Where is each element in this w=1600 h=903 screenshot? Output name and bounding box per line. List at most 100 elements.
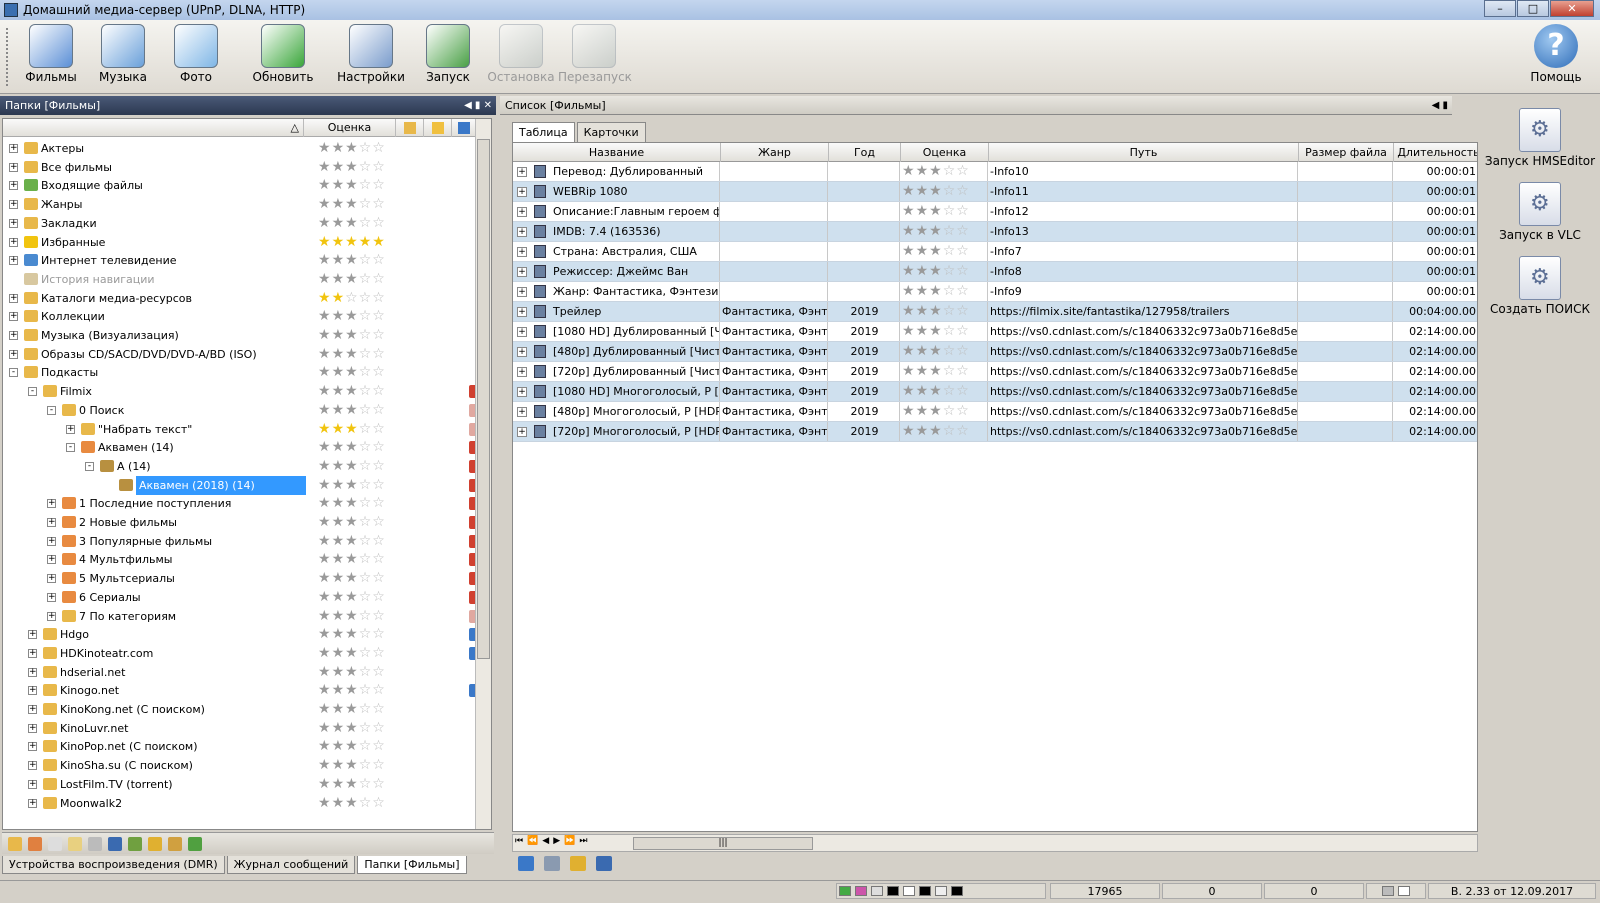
tree-col-icon-3[interactable]: [451, 119, 475, 137]
expand-icon[interactable]: +: [517, 427, 527, 437]
tree-item[interactable]: +7 По категориям ★★★☆☆: [3, 607, 491, 626]
rating-stars[interactable]: ★★★☆☆: [900, 402, 988, 421]
rating-stars[interactable]: ★★★☆☆: [318, 627, 386, 641]
tree-item[interactable]: - Подкасты ★★★☆☆: [3, 363, 491, 382]
rating-stars[interactable]: ★★★☆☆: [900, 422, 988, 441]
tree-item[interactable]: + Актеры ★★★☆☆: [3, 139, 491, 158]
media-grid[interactable]: Название Жанр Год Оценка Путь Размер файла Дли…: [512, 142, 1478, 832]
tree-item[interactable]: + Moonwalk2 ★★★☆☆: [3, 794, 491, 813]
checkbox-icon[interactable]: [1398, 886, 1410, 896]
rating-stars[interactable]: ★★★☆☆: [318, 777, 386, 791]
toolbar-button-0[interactable]: Фильмы: [15, 24, 87, 84]
tree-item[interactable]: - Аквамен (14) ★★★☆☆: [3, 438, 491, 457]
expand-icon[interactable]: +: [47, 574, 56, 584]
rating-stars[interactable]: ★★★☆☆: [318, 478, 386, 492]
expand-icon[interactable]: +: [28, 630, 37, 640]
expand-icon[interactable]: +: [9, 312, 18, 322]
grid-hscroll-thumb[interactable]: |||: [633, 837, 813, 850]
tree-item[interactable]: +5 Мультсериалы ★★★☆☆: [3, 569, 491, 588]
panel-buttons[interactable]: ◀ ▮ ✕: [464, 96, 492, 115]
swatch-1[interactable]: [871, 886, 883, 896]
side-button-1[interactable]: Запуск в VLC: [1482, 182, 1598, 242]
table-row[interactable]: + [720p] Дублированный [Чистый звук]Фанта…: [513, 362, 1477, 382]
table-row[interactable]: + [1080 HD] Дублированный [Чистый звук]Фа…: [513, 322, 1477, 342]
expand-icon[interactable]: +: [28, 648, 37, 658]
table-row[interactable]: + WEBRip 1080 ★★★☆☆ -Info11 00:00:01: [513, 182, 1477, 202]
table-row[interactable]: + [480p] Дублированный [Чистый звук]Фанта…: [513, 342, 1477, 362]
rating-stars[interactable]: ★★★☆☆: [900, 182, 988, 201]
expand-icon[interactable]: +: [28, 705, 37, 714]
rating-stars[interactable]: ★★★☆☆: [318, 721, 386, 735]
tree-item[interactable]: + Коллекции ★★★☆☆: [3, 307, 491, 326]
status-icons[interactable]: [1366, 883, 1426, 899]
people-icon[interactable]: [168, 836, 182, 851]
column-header[interactable]: Путь: [988, 143, 1298, 162]
rating-stars[interactable]: ★★★☆☆: [318, 347, 386, 361]
toolbar-button-5[interactable]: Запуск: [412, 24, 484, 84]
rating-stars[interactable]: ★★★☆☆: [318, 515, 386, 529]
expand-icon[interactable]: +: [28, 686, 37, 696]
rating-stars[interactable]: ★★★☆☆: [318, 141, 386, 155]
column-header[interactable]: Оценка: [900, 143, 988, 162]
swatch-2[interactable]: [887, 886, 899, 896]
tree-item[interactable]: + Все фильмы ★★★☆☆: [3, 158, 491, 177]
column-header[interactable]: Жанр: [720, 143, 828, 162]
list-icon[interactable]: [544, 856, 560, 871]
rating-stars[interactable]: ★★★☆☆: [318, 422, 386, 436]
left-tab-1[interactable]: Журнал сообщений: [226, 856, 356, 874]
rating-stars[interactable]: ★★★☆☆: [318, 739, 386, 753]
table-row[interactable]: + [480p] Многоголосый, Р [HDRezka]Фантаст…: [513, 402, 1477, 422]
side-button-2[interactable]: Создать ПОИСК: [1482, 256, 1598, 316]
rating-stars[interactable]: ★★★☆☆: [318, 197, 386, 211]
help-button[interactable]: ? Помощь: [1520, 24, 1592, 84]
rating-stars[interactable]: ★★☆☆☆: [318, 291, 386, 305]
rating-stars[interactable]: ★★★☆☆: [318, 571, 386, 585]
swatch-5[interactable]: [935, 886, 947, 896]
swatch-3[interactable]: [903, 886, 915, 896]
table-row[interactable]: + Жанр: Фантастика, Фэнтези, Приключения ★…: [513, 282, 1477, 302]
table-row[interactable]: + Страна: Австралия, США ★★★☆☆ -Info7 00:00:…: [513, 242, 1477, 262]
grid-hscrollbar[interactable]: ⏮⏪◀▶⏩⏭ |||: [512, 834, 1478, 852]
add-folder-icon[interactable]: [8, 836, 22, 851]
expand-icon[interactable]: +: [9, 218, 18, 228]
column-header[interactable]: Длительность: [1393, 143, 1477, 162]
right-panel-buttons[interactable]: ◀ ▮: [1432, 96, 1448, 115]
sort-icon[interactable]: [518, 856, 534, 871]
collapse-icon[interactable]: -: [66, 443, 75, 453]
tree-item[interactable]: + Входящие файлы ★★★☆☆: [3, 176, 491, 195]
expand-icon[interactable]: +: [28, 761, 37, 771]
expand-icon[interactable]: +: [47, 536, 56, 546]
tree-item[interactable]: + Закладки ★★★☆☆: [3, 214, 491, 233]
tree-item[interactable]: - A (14) ★★★☆☆: [3, 457, 491, 476]
tree-item[interactable]: Аквамен (2018) (14) ★★★☆☆: [3, 475, 491, 495]
side-button-0[interactable]: Запуск HMSEditor: [1482, 108, 1598, 168]
tree-item[interactable]: + KinoSha.su (С поиском) ★★★☆☆: [3, 756, 491, 775]
rating-stars[interactable]: ★★★☆☆: [900, 202, 988, 221]
rating-stars[interactable]: ★★★☆☆: [318, 253, 386, 267]
tree-item[interactable]: + KinoKong.net (С поиском) ★★★☆☆: [3, 700, 491, 719]
expand-icon[interactable]: +: [517, 407, 527, 417]
rating-stars[interactable]: ★★★☆☆: [318, 384, 386, 398]
toolbar-button-3[interactable]: Обновить: [247, 24, 319, 84]
rating-stars[interactable]: ★★★☆☆: [900, 282, 988, 301]
export-icon[interactable]: [570, 856, 586, 871]
expand-icon[interactable]: +: [9, 349, 18, 359]
expand-icon[interactable]: +: [47, 499, 56, 509]
rating-stars[interactable]: ★★★☆☆: [318, 309, 386, 323]
expand-icon[interactable]: +: [9, 293, 18, 303]
tree-item[interactable]: + HDKinoteatr.com ★★★☆☆: [3, 644, 491, 663]
column-header[interactable]: Название: [513, 143, 720, 162]
expand-icon[interactable]: +: [28, 667, 37, 677]
tree-col-icon-1[interactable]: [395, 119, 423, 137]
expand-icon[interactable]: +: [517, 227, 527, 237]
tree-item[interactable]: + KinoLuvr.net ★★★☆☆: [3, 719, 491, 738]
expand-icon[interactable]: +: [9, 331, 18, 340]
rating-stars[interactable]: ★★★☆☆: [318, 272, 386, 286]
expand-icon[interactable]: +: [517, 287, 527, 297]
rating-stars[interactable]: ★★★☆☆: [900, 242, 988, 261]
tree-item[interactable]: + Hdgo ★★★☆☆: [3, 625, 491, 644]
rating-stars[interactable]: ★★★☆☆: [318, 178, 386, 192]
grid-icon[interactable]: [88, 836, 102, 851]
tree-item[interactable]: - Filmix ★★★☆☆: [3, 382, 491, 401]
tree-item[interactable]: +1 Последние поступления ★★★☆☆: [3, 494, 491, 513]
